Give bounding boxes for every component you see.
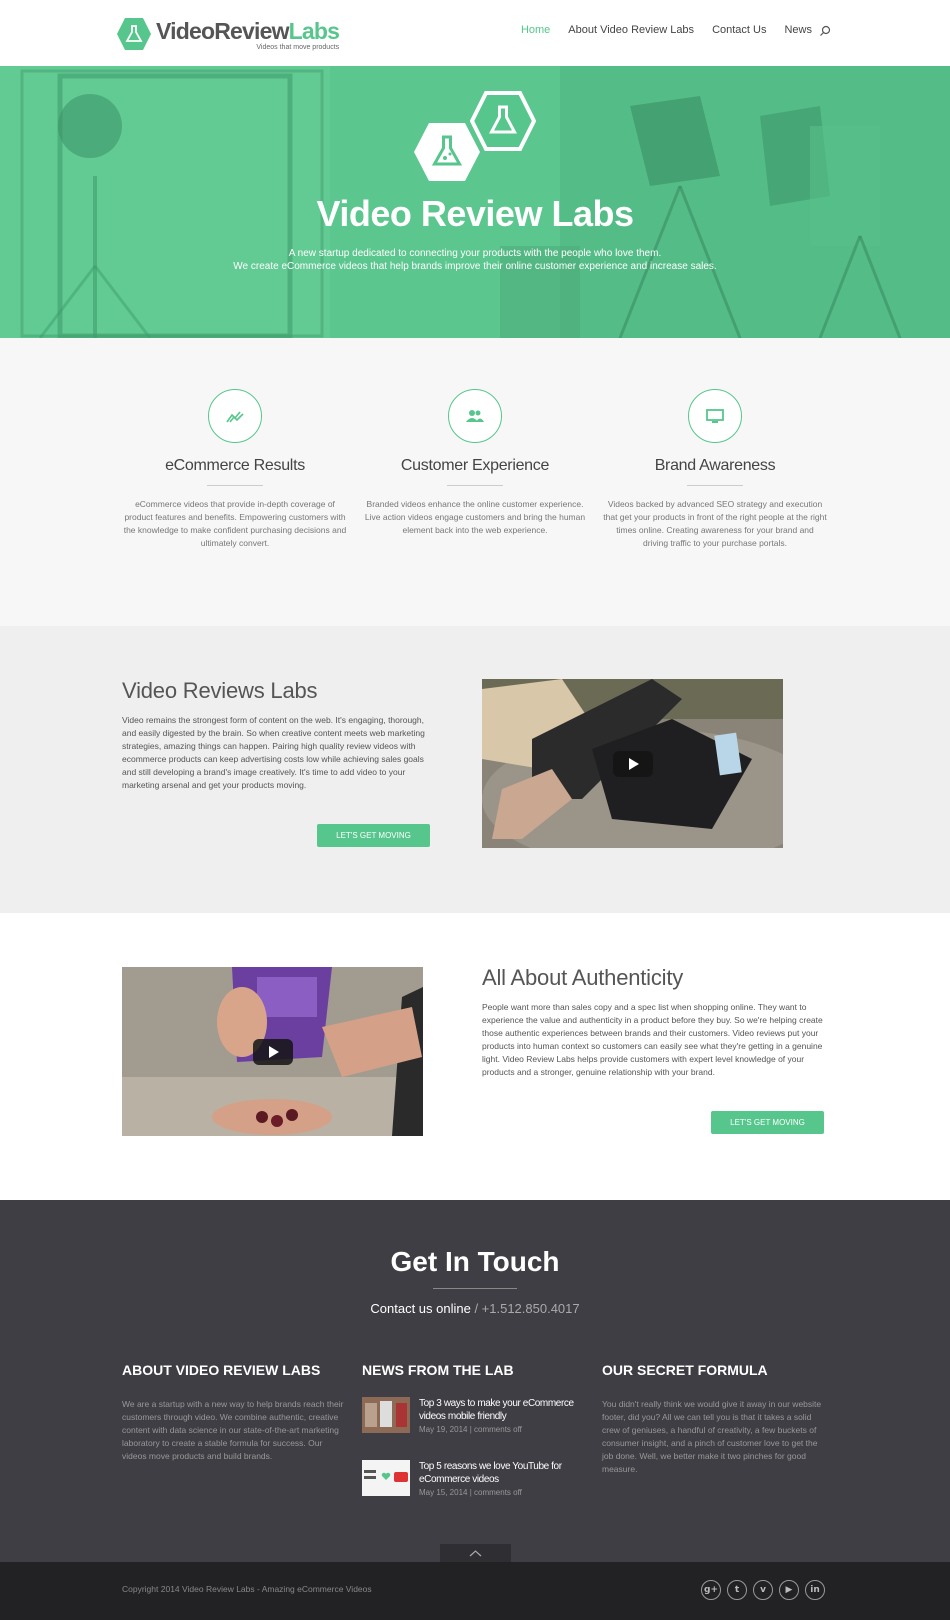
footer-contact: Contact us online / +1.512.850.4017	[0, 1301, 950, 1316]
feature-ecommerce-results: eCommerce Results eCommerce videos that …	[123, 389, 347, 550]
feature-text: Videos backed by advanced SEO strategy a…	[603, 499, 827, 548]
news-column-title: NEWS FROM THE LAB	[362, 1362, 514, 1378]
flask-hex-outline-icon	[470, 91, 536, 151]
section-text: Video remains the strongest form of cont…	[122, 715, 425, 790]
lets-get-moving-button[interactable]: LET'S GET MOVING	[711, 1111, 824, 1134]
video-player[interactable]	[122, 967, 423, 1136]
search-icon[interactable]	[818, 24, 832, 38]
back-to-top-button[interactable]	[440, 1544, 511, 1562]
bottom-bar: Copyright 2014 Video Review Labs - Amazi…	[0, 1562, 950, 1620]
divider	[433, 1288, 517, 1289]
feature-text: Branded videos enhance the online custom…	[364, 499, 586, 535]
logo-name-part2: Labs	[288, 17, 340, 44]
logo-tagline: Videos that move products	[256, 43, 340, 51]
youtube-icon[interactable]: ▶	[779, 1580, 799, 1600]
news-item[interactable]: Top 3 ways to make your eCommerce videos…	[362, 1397, 592, 1437]
linkedin-icon[interactable]: in	[805, 1580, 825, 1600]
formula-column-title: OUR SECRET FORMULA	[602, 1362, 768, 1378]
logo-name-part1: VideoReview	[156, 17, 289, 44]
main-nav: Home About Video Review Labs Contact Us …	[503, 24, 812, 36]
feature-title: Customer Experience	[400, 457, 550, 474]
nav-item-contact[interactable]: Contact Us	[712, 24, 766, 36]
features-section: eCommerce Results eCommerce videos that …	[0, 338, 950, 626]
flask-logo-icon	[116, 17, 152, 51]
google-plus-icon[interactable]: g+	[701, 1580, 721, 1600]
news-item-title[interactable]: Top 3 ways to make your eCommerce videos…	[419, 1397, 589, 1423]
feature-brand-awareness: Brand Awareness Videos backed by advance…	[603, 389, 827, 550]
site-header: VideoReviewLabs Videos that move product…	[0, 0, 950, 66]
feature-title: eCommerce Results	[165, 457, 305, 474]
feature-title: Brand Awareness	[654, 457, 776, 474]
hero-title: Video Review Labs	[316, 193, 634, 234]
users-icon	[448, 389, 502, 443]
hero-subtitle-line1: A new startup dedicated to connecting yo…	[288, 248, 662, 259]
contact-phone: / +1.512.850.4017	[470, 1301, 580, 1316]
play-icon[interactable]	[252, 1038, 293, 1065]
vimeo-icon[interactable]: v	[753, 1580, 773, 1600]
play-icon[interactable]	[612, 750, 653, 777]
divider	[447, 485, 503, 486]
hero-subtitle-line2: We create eCommerce videos that help bra…	[233, 261, 717, 272]
footer-title: Get In Touch	[390, 1246, 560, 1277]
nav-item-about[interactable]: About Video Review Labs	[568, 24, 694, 36]
news-item[interactable]: Top 5 reasons we love YouTube for eComme…	[362, 1460, 592, 1500]
contact-online-link[interactable]: Contact us online	[370, 1301, 470, 1316]
section-title: All About Authenticity	[482, 965, 684, 990]
copyright-text: Copyright 2014 Video Review Labs - Amazi…	[122, 1584, 372, 1594]
nav-item-news[interactable]: News	[784, 24, 812, 36]
news-item-title[interactable]: Top 5 reasons we love YouTube for eComme…	[419, 1460, 589, 1486]
twitter-icon[interactable]: t	[727, 1580, 747, 1600]
chevron-up-icon	[469, 1550, 482, 1557]
section-text: People want more than sales copy and a s…	[482, 1002, 823, 1077]
feature-text: eCommerce videos that provide in-depth c…	[123, 499, 347, 548]
news-item-meta: May 19, 2014 | comments off	[419, 1425, 522, 1434]
feature-customer-experience: Customer Experience Branded videos enhan…	[363, 389, 587, 537]
video-reviews-section: Video Reviews Labs Video remains the str…	[0, 626, 950, 913]
video-player[interactable]	[482, 679, 783, 848]
site-footer: Get In Touch Contact us online / +1.512.…	[0, 1200, 950, 1562]
chart-trend-icon	[208, 389, 262, 443]
lets-get-moving-button[interactable]: LET'S GET MOVING	[317, 824, 430, 847]
section-title: Video Reviews Labs	[122, 678, 318, 703]
news-thumbnail	[362, 1460, 410, 1496]
hero-banner: Video Review Labs A new startup dedicate…	[0, 66, 950, 338]
formula-column-text: You didn't really think we would give it…	[602, 1399, 822, 1474]
news-item-meta: May 15, 2014 | comments off	[419, 1488, 522, 1497]
divider	[207, 485, 263, 486]
about-column-title: ABOUT VIDEO REVIEW LABS	[122, 1362, 321, 1378]
social-links: g+ t v ▶ in	[701, 1580, 831, 1600]
about-column-text: We are a startup with a new way to help …	[122, 1399, 344, 1461]
divider	[687, 485, 743, 486]
nav-item-home[interactable]: Home	[521, 24, 550, 36]
monitor-icon	[688, 389, 742, 443]
site-logo[interactable]: VideoReviewLabs Videos that move product…	[116, 16, 340, 52]
news-thumbnail	[362, 1397, 410, 1433]
authenticity-section: All About Authenticity People want more …	[0, 913, 950, 1200]
